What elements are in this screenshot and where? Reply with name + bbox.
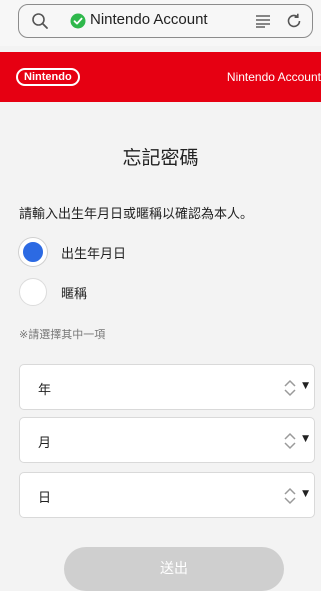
reader-icon[interactable] (255, 14, 271, 28)
url-text: Nintendo Account (90, 11, 208, 28)
day-select[interactable]: 日 ▼ (19, 472, 315, 518)
note-text: ※請選擇其中一項 (19, 328, 106, 341)
radio-label-nickname: 暱稱 (61, 287, 88, 302)
radio-button-nickname[interactable] (19, 278, 47, 306)
caret-down-icon: ▼ (302, 381, 309, 391)
radio-label-birthdate: 出生年月日 (61, 247, 127, 262)
caret-down-icon: ▼ (302, 434, 309, 444)
address-bar[interactable]: Nintendo Account (18, 4, 313, 38)
month-select-value: 月 (38, 436, 52, 451)
search-icon[interactable] (31, 12, 49, 30)
reload-icon[interactable] (285, 12, 303, 30)
year-select[interactable]: 年 ▼ (19, 364, 315, 410)
shield-check-icon (70, 13, 86, 29)
updown-chevron-icon (284, 487, 296, 505)
instruction-text: 請輸入出生年月日或暱稱以確認為本人。 (19, 207, 254, 222)
site-header: Nintendo Nintendo Account (0, 52, 321, 102)
nintendo-logo[interactable]: Nintendo (16, 68, 80, 86)
year-select-value: 年 (38, 383, 52, 398)
updown-chevron-icon (284, 432, 296, 450)
header-account-link[interactable]: Nintendo Account (227, 70, 321, 84)
page-title: 忘記密碼 (122, 147, 199, 169)
submit-button[interactable]: 送出 (64, 547, 284, 591)
radio-button-birthdate[interactable] (19, 238, 47, 266)
browser-toolbar: Nintendo Account (0, 0, 321, 46)
updown-chevron-icon (284, 379, 296, 397)
month-select[interactable]: 月 ▼ (19, 417, 315, 463)
caret-down-icon: ▼ (302, 489, 309, 499)
day-select-value: 日 (38, 491, 52, 506)
